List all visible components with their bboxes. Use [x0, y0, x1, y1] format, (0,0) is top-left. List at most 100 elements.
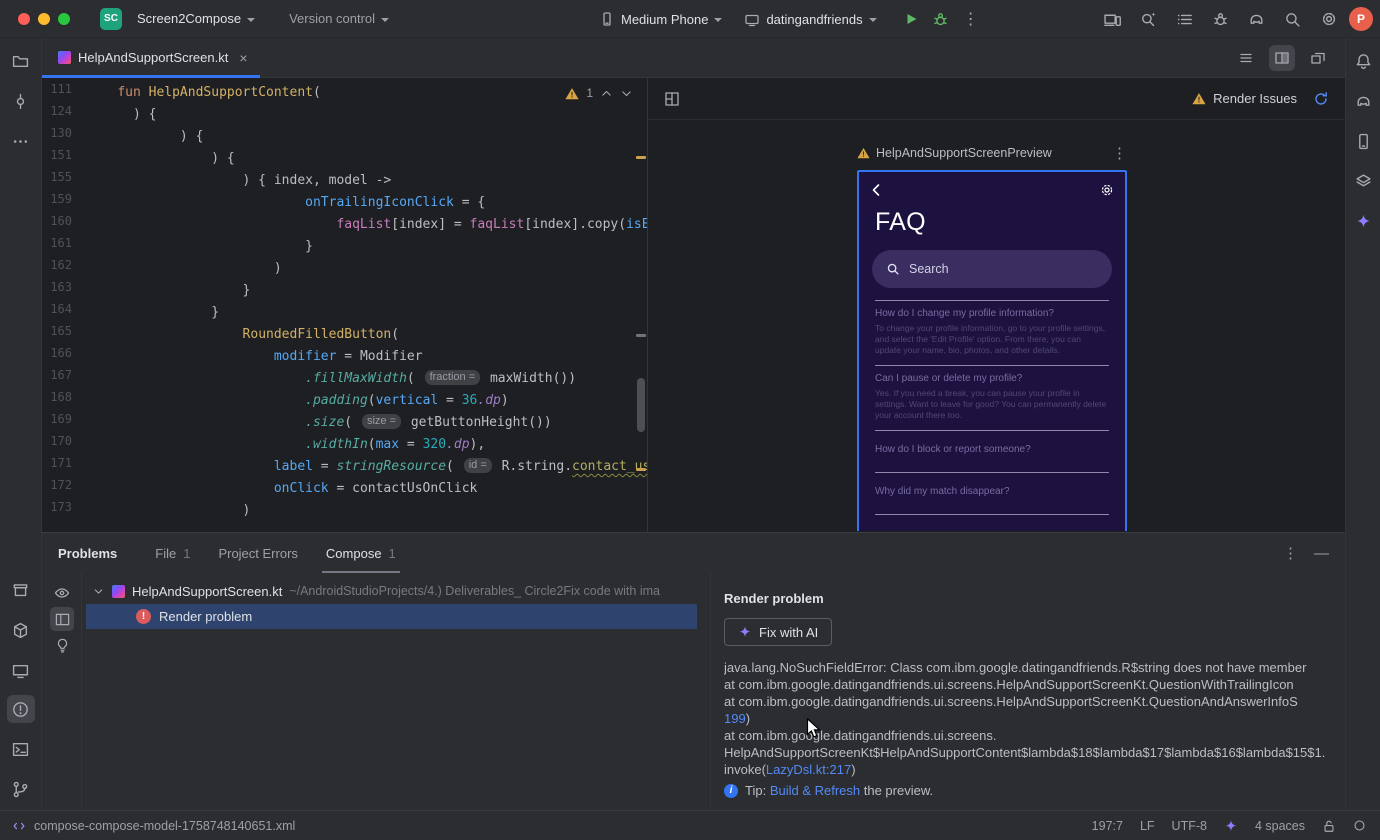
code-line[interactable]: 155 ) { index, model -> [42, 170, 647, 192]
preview-layout-icon[interactable] [664, 91, 680, 107]
ai-status-icon[interactable] [1224, 819, 1238, 833]
task-list-icon[interactable] [1176, 11, 1193, 28]
code-line[interactable]: 167 .fillMaxWidth( fraction = maxWidth()… [42, 368, 647, 390]
code-line[interactable]: 151 ) { [42, 148, 647, 170]
project-selector[interactable]: Screen2Compose [128, 6, 264, 31]
render-problem-row[interactable]: ! Render problem [86, 604, 697, 629]
faq-search-bar[interactable]: Search [872, 250, 1112, 288]
code-line[interactable]: 168 .padding(vertical = 36.dp) [42, 390, 647, 412]
code-line[interactable]: 124 ) { [42, 104, 647, 126]
user-avatar[interactable]: P [1349, 7, 1373, 31]
code-line[interactable]: 162 ) [42, 258, 647, 280]
file-encoding[interactable]: UTF-8 [1172, 819, 1207, 833]
build-tool-icon[interactable] [7, 576, 35, 604]
chevron-up-icon[interactable] [600, 87, 613, 100]
faq-item[interactable]: How do I block or report someone? [875, 431, 1109, 473]
device-selector[interactable]: Medium Phone [590, 6, 731, 32]
inspection-widget[interactable]: 1 [565, 86, 633, 100]
version-control-menu[interactable]: Version control [280, 6, 398, 31]
resource-manager-tool-icon[interactable] [1349, 167, 1377, 195]
scroll-warning-mark[interactable] [636, 156, 646, 159]
commit-tool-icon[interactable] [7, 87, 35, 115]
close-window-button[interactable] [18, 12, 30, 25]
settings-gear-icon[interactable] [1099, 182, 1115, 198]
version-control-tool-icon[interactable] [7, 775, 35, 803]
line-number[interactable]: 160 [42, 214, 86, 236]
code-line[interactable]: 163 } [42, 280, 647, 302]
hide-panel-icon[interactable]: — [1314, 545, 1329, 562]
code-line[interactable]: 170 .widthIn(max = 320.dp), [42, 434, 647, 456]
line-number[interactable]: 130 [42, 126, 86, 148]
line-number[interactable]: 169 [42, 412, 86, 434]
editor-tab-active[interactable]: HelpAndSupportScreen.kt × [42, 38, 260, 78]
problems-tab-compose[interactable]: Compose 1 [321, 533, 400, 573]
code-line[interactable]: 166 modifier = Modifier [42, 346, 647, 368]
line-number[interactable]: 165 [42, 324, 86, 346]
gemini-assistant-icon[interactable] [1349, 207, 1377, 235]
build-refresh-icon[interactable] [1313, 91, 1329, 107]
faq-item[interactable]: Can I pause or delete my profile? Yes. If… [875, 366, 1109, 431]
phone-preview-frame[interactable]: FAQ Search How do I change my profile in… [857, 170, 1127, 531]
run-configuration-selector[interactable]: datingandfriends [735, 6, 885, 32]
terminal-tool-icon[interactable] [7, 735, 35, 763]
code-line[interactable]: 160 faqList[index] = faqList[index].copy… [42, 214, 647, 236]
code-editor[interactable]: 111 fun HelpAndSupportContent(124 ) {130… [42, 78, 647, 532]
profiler-bug-icon[interactable] [1212, 11, 1229, 28]
problems-tab-project-errors[interactable]: Project Errors [218, 533, 297, 573]
line-number[interactable]: 111 [42, 82, 86, 104]
line-number[interactable]: 162 [42, 258, 86, 280]
preview-eye-icon[interactable] [50, 581, 74, 605]
panel-options-icon[interactable]: ⋮ [1283, 544, 1298, 562]
run-button[interactable] [898, 6, 924, 32]
chevron-expanded-icon[interactable] [92, 585, 105, 598]
problems-file-row[interactable]: HelpAndSupportScreen.kt ~/AndroidStudioP… [92, 579, 706, 603]
split-editor-icon[interactable] [1269, 44, 1295, 71]
indent-setting[interactable]: 4 spaces [1255, 819, 1305, 833]
ai-search-icon[interactable] [1140, 11, 1157, 28]
line-number[interactable]: 171 [42, 456, 86, 478]
line-number[interactable]: 155 [42, 170, 86, 192]
more-run-actions-button[interactable]: ⋮ [958, 6, 984, 32]
line-number[interactable]: 159 [42, 192, 86, 214]
status-file-name[interactable]: compose-compose-model-1758748140651.xml [34, 819, 295, 833]
code-line[interactable]: 161 } [42, 236, 647, 258]
zoom-window-button[interactable] [58, 12, 70, 25]
settings-gear-icon[interactable] [1320, 10, 1338, 28]
minimize-window-button[interactable] [38, 12, 50, 25]
code-line[interactable]: 172 onClick = contactUsOnClick [42, 478, 647, 500]
line-number[interactable]: 173 [42, 500, 86, 522]
gradle-tool-icon[interactable] [1349, 87, 1377, 115]
code-line[interactable]: 111 fun HelpAndSupportContent( [42, 82, 647, 104]
background-tasks-icon[interactable] [1353, 819, 1366, 832]
line-number[interactable]: 166 [42, 346, 86, 368]
device-mirroring-icon[interactable] [1104, 11, 1121, 28]
code-line[interactable]: 165 RoundedFilledButton( [42, 324, 647, 346]
stack-trace-link[interactable]: LazyDsl.kt:217 [766, 762, 851, 777]
fix-with-ai-button[interactable]: Fix with AI [724, 618, 833, 646]
code-line[interactable]: 169 .size( size = getButtonHeight()) [42, 412, 647, 434]
running-devices-tool-icon[interactable] [7, 656, 35, 684]
caret-position[interactable]: 197:7 [1092, 819, 1123, 833]
stack-trace-link[interactable]: 199 [724, 711, 746, 726]
line-number[interactable]: 168 [42, 390, 86, 412]
code-line[interactable]: 159 onTrailingIconClick = { [42, 192, 647, 214]
editor-scrollbar[interactable] [637, 378, 645, 432]
line-number[interactable]: 151 [42, 148, 86, 170]
line-number[interactable]: 124 [42, 104, 86, 126]
debug-button[interactable] [928, 6, 954, 32]
line-number[interactable]: 164 [42, 302, 86, 324]
back-chevron-icon[interactable] [869, 182, 885, 198]
gradle-icon[interactable] [1248, 11, 1265, 28]
preview-menu-icon[interactable]: ⋮ [1112, 144, 1127, 162]
problems-tab-file[interactable]: File 1 [155, 533, 190, 573]
project-tool-icon[interactable] [7, 47, 35, 75]
code-line[interactable]: 164 } [42, 302, 647, 324]
faq-item[interactable]: How do I change my profile information? T… [875, 301, 1109, 366]
line-number[interactable]: 172 [42, 478, 86, 500]
search-icon[interactable] [1284, 11, 1301, 28]
render-issues-button[interactable]: Render Issues [1192, 91, 1297, 106]
quickfix-bulb-icon[interactable] [50, 633, 74, 657]
line-separator[interactable]: LF [1140, 819, 1155, 833]
line-number[interactable]: 167 [42, 368, 86, 390]
detail-view-icon[interactable] [50, 607, 74, 631]
